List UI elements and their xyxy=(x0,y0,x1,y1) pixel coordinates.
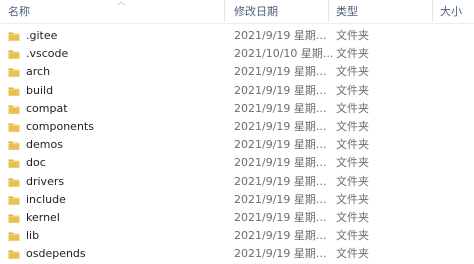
file-modified-date: 2021/9/19 星期... xyxy=(234,174,327,188)
column-header-size[interactable]: 大小 xyxy=(440,0,462,23)
column-header-date[interactable]: 修改日期 xyxy=(234,0,278,23)
file-name: components xyxy=(26,119,94,133)
folder-icon xyxy=(8,159,20,169)
file-modified-date: 2021/9/19 星期... xyxy=(234,192,327,206)
file-type: 文件夹 xyxy=(336,101,369,115)
file-type: 文件夹 xyxy=(336,156,369,170)
file-name: doc xyxy=(26,156,46,170)
file-modified-date: 2021/9/19 星期... xyxy=(234,101,327,115)
file-type: 文件夹 xyxy=(336,174,369,188)
file-row[interactable]: components 2021/9/19 星期... 文件夹 xyxy=(0,118,474,136)
folder-icon xyxy=(8,232,20,241)
file-name: build xyxy=(26,83,54,97)
file-type: 文件夹 xyxy=(336,210,369,224)
folder-icon xyxy=(8,178,20,187)
column-header-type[interactable]: 类型 xyxy=(336,0,358,23)
file-name: .vscode xyxy=(26,47,69,61)
file-modified-date: 2021/9/19 星期... xyxy=(234,119,327,133)
file-name: include xyxy=(26,192,66,206)
file-row[interactable]: kernel 2021/9/19 星期... 文件夹 xyxy=(0,209,474,227)
file-list: .gitee 2021/9/19 星期... 文件夹 .vscode 2021/10/1… xyxy=(0,27,474,263)
file-name: kernel xyxy=(26,210,60,224)
sort-up-arrow-icon[interactable]: ︿ xyxy=(117,0,125,7)
file-type: 文件夹 xyxy=(336,47,369,61)
file-explorer: ︿ 名称 修改日期 类型 大小 .gitee 2021/9/19 星期... 文件夹… xyxy=(0,0,474,264)
folder-icon xyxy=(8,87,20,96)
file-name: demos xyxy=(26,138,63,152)
file-modified-date: 2021/9/19 星期... xyxy=(234,138,327,152)
file-row[interactable]: drivers 2021/9/19 星期... 文件夹 xyxy=(0,173,474,191)
file-modified-date: 2021/9/19 星期... xyxy=(234,65,327,79)
folder-icon xyxy=(8,68,20,78)
file-row[interactable]: lib 2021/9/19 星期... 文件夹 xyxy=(0,227,474,245)
file-row[interactable]: demos 2021/9/19 星期... 文件夹 xyxy=(0,136,474,154)
folder-icon xyxy=(8,250,20,259)
file-name: arch xyxy=(26,65,51,79)
file-modified-date: 2021/9/19 星期... xyxy=(234,156,327,170)
file-type: 文件夹 xyxy=(336,229,369,243)
file-type: 文件夹 xyxy=(336,83,369,97)
file-type: 文件夹 xyxy=(336,119,369,133)
column-header-name[interactable]: 名称 xyxy=(8,0,30,23)
file-type: 文件夹 xyxy=(336,138,369,152)
folder-icon xyxy=(8,123,20,132)
folder-icon xyxy=(8,141,20,150)
column-divider[interactable] xyxy=(432,0,433,22)
file-name: osdepends xyxy=(26,247,86,261)
file-row[interactable]: build 2021/9/19 星期... 文件夹 xyxy=(0,82,474,100)
file-type: 文件夹 xyxy=(336,192,369,206)
file-modified-date: 2021/9/19 星期... xyxy=(234,83,327,97)
file-type: 文件夹 xyxy=(336,29,369,42)
file-modified-date: 2021/9/19 星期... xyxy=(234,29,327,42)
file-modified-date: 2021/9/19 星期... xyxy=(234,247,327,261)
file-modified-date: 2021/9/19 星期... xyxy=(234,229,327,243)
file-row[interactable]: include 2021/9/19 星期... 文件夹 xyxy=(0,191,474,209)
file-type: 文件夹 xyxy=(336,65,369,79)
file-modified-date: 2021/9/19 星期... xyxy=(234,210,327,224)
column-divider[interactable] xyxy=(328,0,329,22)
file-modified-date: 2021/10/10 星期... xyxy=(234,47,334,61)
file-row[interactable]: .vscode 2021/10/10 星期... 文件夹 xyxy=(0,45,474,63)
file-row[interactable]: .gitee 2021/9/19 星期... 文件夹 xyxy=(0,27,474,45)
column-divider[interactable] xyxy=(224,0,225,22)
file-row[interactable]: compat 2021/9/19 星期... 文件夹 xyxy=(0,100,474,118)
column-header-row: ︿ 名称 修改日期 类型 大小 xyxy=(0,0,474,24)
file-name: lib xyxy=(26,229,40,243)
folder-icon xyxy=(8,196,20,205)
file-row[interactable]: osdepends 2021/9/19 星期... 文件夹 xyxy=(0,245,474,263)
file-name: .gitee xyxy=(26,29,58,42)
file-name: drivers xyxy=(26,174,65,188)
folder-icon xyxy=(8,50,20,59)
folder-icon xyxy=(8,214,20,223)
file-type: 文件夹 xyxy=(336,247,369,261)
folder-icon xyxy=(8,32,20,41)
file-name: compat xyxy=(26,101,68,115)
folder-icon xyxy=(8,105,20,114)
file-row[interactable]: doc 2021/9/19 星期... 文件夹 xyxy=(0,154,474,172)
file-row[interactable]: arch 2021/9/19 星期... 文件夹 xyxy=(0,63,474,81)
